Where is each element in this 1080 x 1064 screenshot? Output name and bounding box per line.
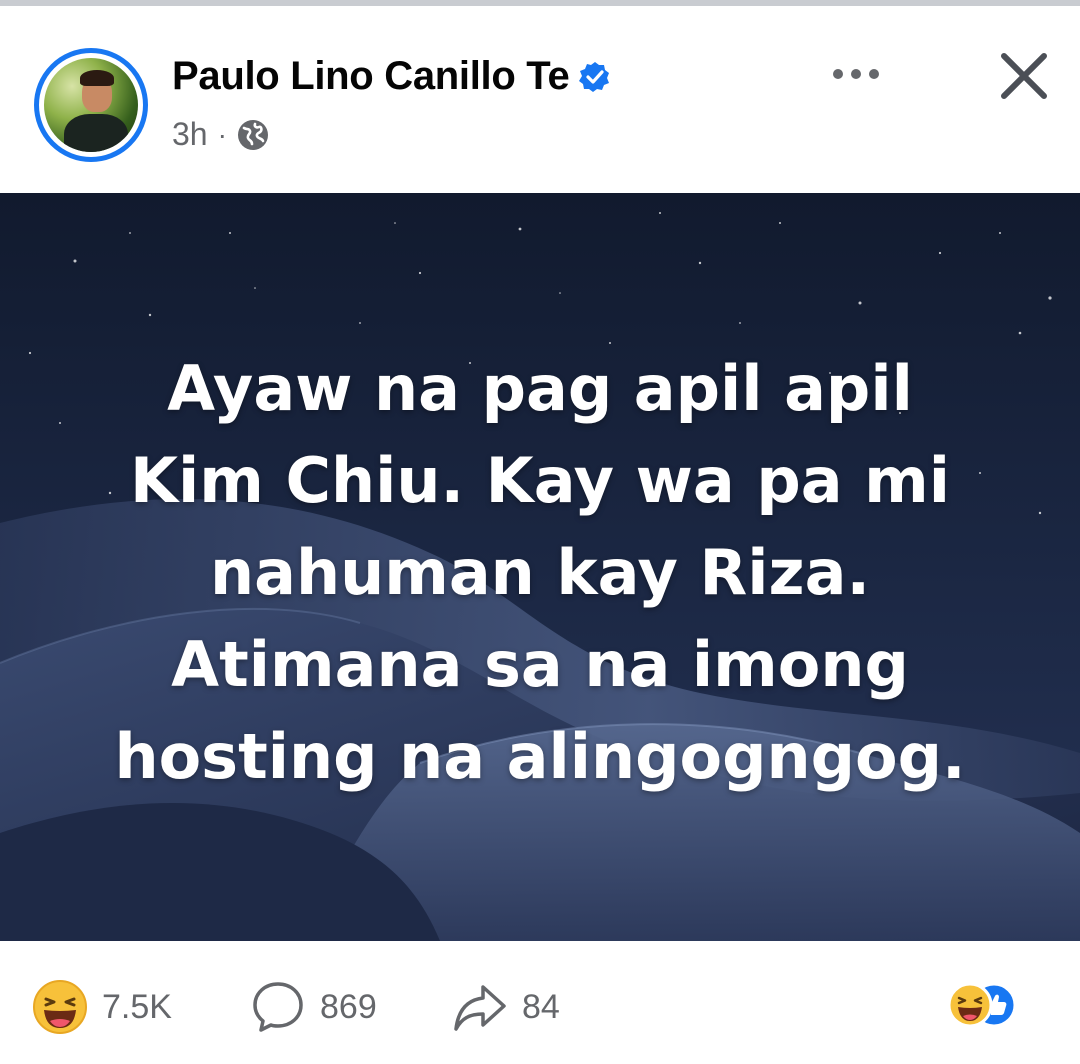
share-button[interactable]: 84 xyxy=(452,979,560,1035)
post-text-line: Atimana sa na imong xyxy=(171,628,909,701)
post-text-line: Kim Chiu. Kay wa pa mi xyxy=(130,444,950,517)
more-options-icon[interactable] xyxy=(822,52,890,96)
author-name[interactable]: Paulo Lino Canillo Te xyxy=(172,54,570,99)
post-text-line: nahuman kay Riza. xyxy=(209,536,871,609)
post-header: Paulo Lino Canillo Te 3h · xyxy=(0,12,1080,193)
comments-count: 869 xyxy=(320,987,377,1026)
comment-button[interactable]: 869 xyxy=(250,979,377,1035)
post-actions: 7.5K 869 84 xyxy=(0,941,1080,1064)
meta-separator: · xyxy=(217,118,227,150)
shares-count: 84 xyxy=(522,987,560,1026)
reaction-summary-icons[interactable] xyxy=(948,981,1018,1029)
haha-reaction-icon xyxy=(948,982,993,1028)
globe-icon xyxy=(237,119,268,150)
reactions-count: 7.5K xyxy=(102,987,172,1026)
reaction-button[interactable]: 7.5K xyxy=(32,979,172,1035)
post-text-line: Ayaw na pag apil apil xyxy=(167,352,913,425)
haha-reaction-icon xyxy=(33,980,87,1034)
post-meta: 3h · xyxy=(172,116,269,153)
author-row: Paulo Lino Canillo Te xyxy=(172,54,611,99)
comment-icon xyxy=(253,982,303,1032)
post-image[interactable]: Ayaw na pag apil apil Kim Chiu. Kay wa p… xyxy=(0,193,1080,941)
verified-badge-icon xyxy=(579,61,610,92)
avatar[interactable] xyxy=(34,48,148,162)
post-viewer: Paulo Lino Canillo Te 3h · Ayaw na pag a… xyxy=(0,0,1080,1064)
post-time[interactable]: 3h xyxy=(172,116,208,153)
close-icon[interactable] xyxy=(996,48,1052,104)
post-text-line: hosting na alingogngog. xyxy=(114,720,966,793)
post-text: Ayaw na pag apil apil Kim Chiu. Kay wa p… xyxy=(40,343,1040,803)
share-icon xyxy=(454,985,506,1031)
profile-photo xyxy=(44,58,138,152)
